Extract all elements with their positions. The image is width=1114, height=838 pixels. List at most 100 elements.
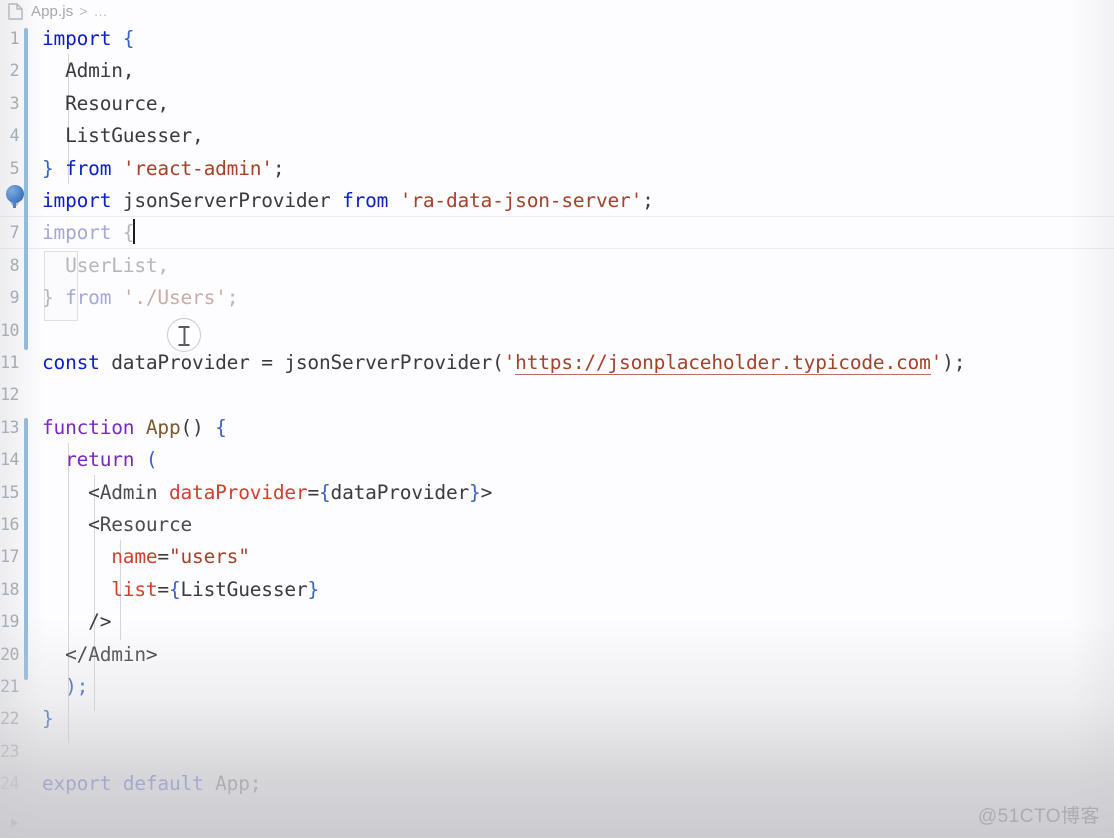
breadcrumb-separator: > [79,3,88,19]
code-token: dataProvider [99,351,262,374]
code-token: default [122,772,204,796]
code-token: ; [642,189,654,212]
code-line[interactable]: const dataProvider = jsonServerProvider(… [42,347,965,379]
line-number: 22 [0,709,19,729]
code-token: https://jsonplaceholder.typicode.com [515,351,931,375]
text-ibeam-cursor [167,318,201,352]
code-line[interactable]: UserList, [42,250,169,282]
code-line[interactable]: } from 'react-admin'; [42,153,285,185]
code-token: ; [953,351,966,374]
code-token: } [42,156,54,180]
code-line[interactable]: Resource, [42,88,169,120]
line-number: 19 [0,612,19,632]
code-token: </ [65,642,89,666]
code-token: dataProvider [330,480,470,504]
code-token: App [145,415,181,439]
run-code-marker[interactable] [11,818,18,828]
code-token: Admin [99,480,158,504]
code-token: ; [226,286,239,310]
code-token: Resource, [42,91,169,115]
line-number: 12 [0,385,19,405]
line-number: 1 [9,29,20,48]
code-token: list [111,577,158,601]
breadcrumb-overflow[interactable]: … [93,3,108,19]
fold-indicator-bar[interactable] [24,28,28,350]
code-token: App [215,772,250,796]
code-line[interactable]: </Admin> [42,639,158,671]
vscode-editor-window: App.js > … 12345678910111213141516171819… [0,0,1114,838]
code-token: dataProvider [168,480,308,504]
code-token: from [65,156,112,180]
line-number: 7 [9,223,20,243]
code-token: = [157,545,169,569]
code-token: } [42,707,54,731]
breadcrumb[interactable]: App.js > … [0,0,1114,22]
code-editor[interactable]: 123456789101112131415161718192021222324 … [0,22,1114,838]
code-token: { [215,415,227,439]
code-token: ListGuesser, [42,124,204,148]
code-token: < [88,513,100,536]
fold-indicator-bar[interactable] [24,418,28,680]
code-token: ; [272,156,285,180]
code-token: Resource [99,513,193,536]
code-token: ( [145,448,158,472]
line-number: 21 [0,677,19,696]
breadcrumb-file-name[interactable]: App.js [31,3,73,20]
code-line[interactable]: /> [42,606,111,638]
ibeam-glyph [178,326,190,346]
code-token: Admin, [42,59,135,83]
code-line[interactable]: ); [42,671,88,703]
code-token: from [65,286,112,310]
code-line[interactable]: ListGuesser, [42,120,204,152]
code-token: name [111,545,158,569]
js-file-icon [8,2,23,20]
code-token: ListGuesser [180,577,308,601]
code-line[interactable]: Admin, [42,55,134,87]
code-line[interactable]: import jsonServerProvider from 'ra-data-… [42,185,654,217]
code-token: Admin [88,642,146,666]
code-line[interactable]: function App() { [42,412,227,444]
line-number: 16 [0,515,19,534]
code-content[interactable]: import { Admin, Resource, ListGuesser, } … [42,22,1114,838]
code-token: from [342,189,389,212]
code-token: = [261,351,273,374]
line-number: 24 [0,774,19,794]
code-line[interactable]: export default App; [42,768,261,800]
code-token: /> [88,610,112,634]
code-line[interactable]: <Admin dataProvider={dataProvider}> [42,477,492,509]
code-line[interactable]: list={ListGuesser} [42,574,319,606]
code-token: > [480,480,493,504]
code-token: { [122,27,135,50]
code-token: export [42,772,112,796]
line-number: 2 [9,61,20,81]
code-token: UserList, [42,253,169,277]
code-token: { [168,577,181,601]
line-number: 5 [9,158,20,178]
code-line[interactable]: name="users" [42,541,250,573]
code-line[interactable]: import { [42,217,136,249]
code-line[interactable]: return ( [42,444,158,476]
code-token: function [42,415,135,439]
code-token: = [307,480,319,504]
code-token: () [180,415,204,439]
line-number: 14 [0,450,19,470]
breakpoint-marker[interactable] [6,185,24,208]
code-token: } [42,286,54,310]
code-line[interactable]: import { [42,23,135,55]
line-number: 11 [0,353,19,372]
code-line[interactable]: } [42,703,54,735]
line-number: 15 [0,482,19,502]
code-token: > [145,642,158,666]
code-line[interactable]: } from './Users'; [42,282,238,314]
line-number: 18 [0,579,19,599]
code-line[interactable]: <Resource [42,509,192,541]
